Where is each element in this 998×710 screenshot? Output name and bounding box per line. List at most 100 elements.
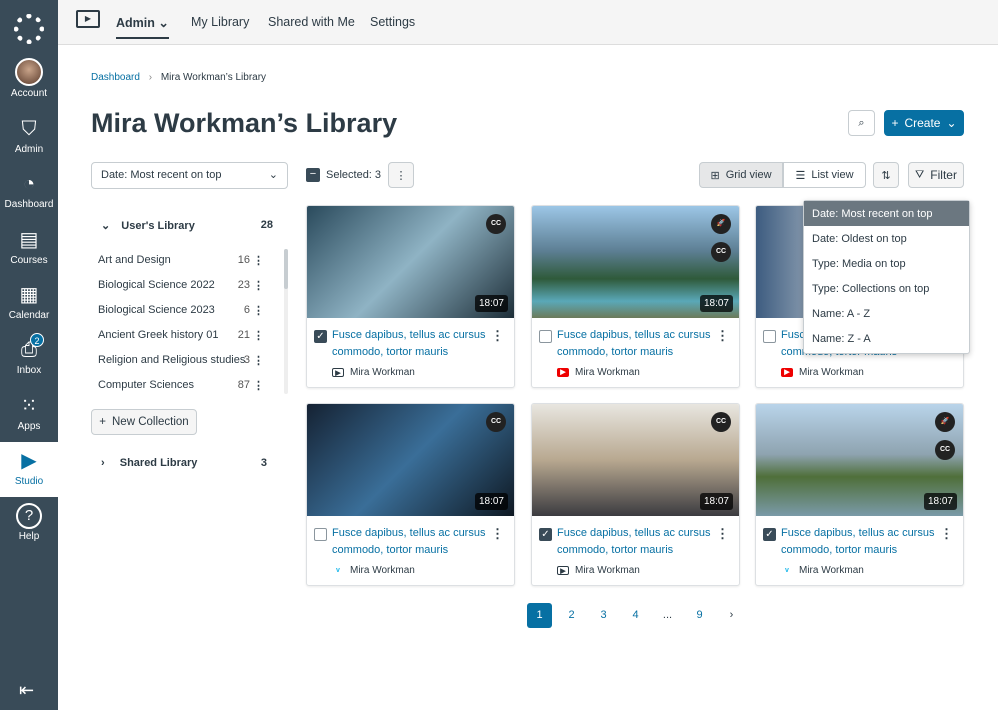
select-checkbox[interactable]: ✓ [314, 330, 327, 343]
kebab-icon[interactable]: ⋮ [253, 379, 264, 392]
sort-option[interactable]: Name: A - Z [804, 301, 969, 326]
dashboard-icon: ◔ [22, 173, 36, 195]
nav-admin[interactable]: ⛉ Admin [0, 110, 58, 165]
sort-option[interactable]: Type: Collections on top [804, 276, 969, 301]
page-title: Mira Workman’s Library [91, 108, 398, 138]
courses-icon: ▤ [19, 229, 39, 251]
nav-help[interactable]: ? Help [0, 497, 58, 552]
next-page-icon[interactable]: › [719, 603, 744, 628]
page-button[interactable]: 3 [591, 603, 616, 628]
bulk-actions-button[interactable]: ⋮ [388, 162, 414, 188]
media-title[interactable]: Fusce dapibus, tellus ac cursus commodo,… [557, 327, 717, 360]
select-checkbox[interactable] [763, 330, 776, 343]
media-title[interactable]: Fusce dapibus, tellus ac cursus commodo,… [557, 525, 717, 558]
studio-icon: ▶ [557, 566, 569, 575]
kebab-icon[interactable]: ⋮ [253, 304, 264, 317]
media-card[interactable]: CC 18:07 ✓ Fusce dapibus, tellus ac cursu… [531, 403, 740, 586]
grid-view-label: Grid view [725, 169, 772, 181]
list-view-button[interactable]: ☰ List view [783, 162, 866, 188]
create-label: Create [904, 116, 941, 130]
kebab-icon[interactable]: ⋮ [253, 254, 264, 267]
thumbnail[interactable]: CC 18:07 [532, 404, 739, 516]
users-library-toggle[interactable]: ⌄ User's Library 28 [101, 219, 273, 232]
thumbnail[interactable]: CC 18:07 [307, 404, 514, 516]
nav-apps[interactable]: ⁙ Apps [0, 387, 58, 442]
nav-courses[interactable]: ▤ Courses [0, 221, 58, 276]
shared-library-toggle[interactable]: › Shared Library 3 [101, 457, 271, 469]
select-checkbox[interactable] [539, 330, 552, 343]
search-button[interactable]: ⌕ [848, 110, 875, 136]
kebab-icon[interactable]: ⋮ [253, 279, 264, 292]
thumbnail[interactable]: 🚀 CC 18:07 [532, 206, 739, 318]
filter-button[interactable]: ⛛ Filter [908, 162, 964, 188]
tab-my-library[interactable]: My Library [191, 15, 249, 29]
thumbnail[interactable]: 🚀 CC 18:07 [756, 404, 963, 516]
collection-item[interactable]: Biological Science 2022 23 ⋮ [98, 279, 268, 299]
media-card[interactable]: 🚀 CC 18:07 ✓ Fusce dapibus, tellus ac curs… [755, 403, 964, 586]
sort-arrows-icon: ⇅ [881, 169, 891, 182]
select-checkbox[interactable]: ✓ [539, 528, 552, 541]
nav-account[interactable]: Account [0, 55, 58, 110]
kebab-icon[interactable]: ⋮ [491, 526, 504, 542]
tab-settings[interactable]: Settings [370, 15, 415, 29]
page-button[interactable]: 4 [623, 603, 648, 628]
nav-label: Courses [10, 255, 48, 266]
page-button[interactable]: 1 [527, 603, 552, 628]
kebab-icon[interactable]: ⋮ [940, 526, 953, 542]
media-card[interactable]: CC 18:07 Fusce dapibus, tellus ac cursus … [306, 403, 515, 586]
canvas-logo-icon[interactable] [14, 14, 44, 44]
media-title[interactable]: Fusce dapibus, tellus ac cursus commodo,… [332, 327, 492, 360]
library-count: 3 [260, 457, 267, 469]
nav-inbox[interactable]: ⎙ 2 Inbox [0, 331, 58, 386]
collection-item[interactable]: Biological Science 2023 6 ⋮ [98, 304, 268, 324]
kebab-icon[interactable]: ⋮ [716, 328, 729, 344]
grid-view-button[interactable]: ⊞ Grid view [699, 162, 783, 188]
duration: 18:07 [923, 493, 957, 510]
select-checkbox[interactable] [314, 528, 327, 541]
new-collection-button[interactable]: + New Collection [91, 409, 197, 435]
sort-option[interactable]: Date: Oldest on top [804, 226, 969, 251]
kebab-icon[interactable]: ⋮ [253, 354, 264, 367]
kebab-icon[interactable]: ⋮ [253, 329, 264, 342]
plus-icon: + [99, 416, 106, 428]
tab-shared-with-me[interactable]: Shared with Me [268, 15, 355, 29]
kebab-icon[interactable]: ⋮ [491, 328, 504, 344]
sort-select[interactable]: Date: Most recent on top ⌄ [91, 162, 288, 189]
list-view-label: List view [811, 169, 854, 181]
sort-option[interactable]: Type: Media on top [804, 251, 969, 276]
sort-option[interactable]: Date: Most recent on top [804, 201, 969, 226]
chevron-right-icon: › [101, 457, 105, 469]
media-card[interactable]: 🚀 CC 18:07 Fusce dapibus, tellus ac cursus… [531, 205, 740, 388]
kebab-icon[interactable]: ⋮ [716, 526, 729, 542]
collection-item[interactable]: Art and Design 16 ⋮ [98, 254, 268, 274]
media-card[interactable]: CC 18:07 ✓ Fusce dapibus, tellus ac cursu… [306, 205, 515, 388]
media-title[interactable]: Fusce dapibus, tellus ac cursus commodo,… [332, 525, 492, 558]
youtube-icon: ▶ [557, 368, 569, 377]
collection-item[interactable]: Religion and Religious studies 3 ⋮ [98, 354, 268, 374]
duration: 18:07 [474, 295, 508, 312]
collection-item[interactable]: Computer Sciences 87 ⋮ [98, 379, 268, 399]
media-title[interactable]: Fusce dapibus, tellus ac cursus commodo,… [781, 525, 941, 558]
vimeo-icon: v [781, 566, 793, 575]
select-all-checkbox[interactable]: − [306, 168, 320, 182]
select-checkbox[interactable]: ✓ [763, 528, 776, 541]
create-button[interactable]: + Create ⌄ [884, 110, 964, 136]
breadcrumb-dashboard[interactable]: Dashboard [91, 72, 140, 83]
author: ▶ Mira Workman [557, 367, 640, 378]
page-button[interactable]: 9 [687, 603, 712, 628]
thumbnail[interactable]: CC 18:07 [307, 206, 514, 318]
scrollbar[interactable] [284, 249, 288, 394]
sort-button[interactable]: ⇅ [873, 162, 899, 188]
collapse-nav-icon[interactable]: ⇤ [19, 680, 34, 701]
tab-admin[interactable]: Admin ⌄ [116, 15, 169, 39]
sort-select-value: Date: Most recent on top [101, 169, 222, 181]
top-bar: ▶ Admin ⌄ My Library Shared with Me Sett… [58, 0, 998, 45]
page-button[interactable]: 2 [559, 603, 584, 628]
apps-icon: ⁙ [20, 395, 38, 417]
nav-calendar[interactable]: ▦ Calendar [0, 276, 58, 331]
sort-option[interactable]: Name: Z - A [804, 326, 969, 351]
nav-studio[interactable]: ▶ Studio [0, 442, 58, 497]
cc-icon: CC [711, 242, 731, 262]
nav-dashboard[interactable]: ◔ Dashboard [0, 165, 58, 220]
collection-item[interactable]: Ancient Greek history 01 21 ⋮ [98, 329, 268, 349]
